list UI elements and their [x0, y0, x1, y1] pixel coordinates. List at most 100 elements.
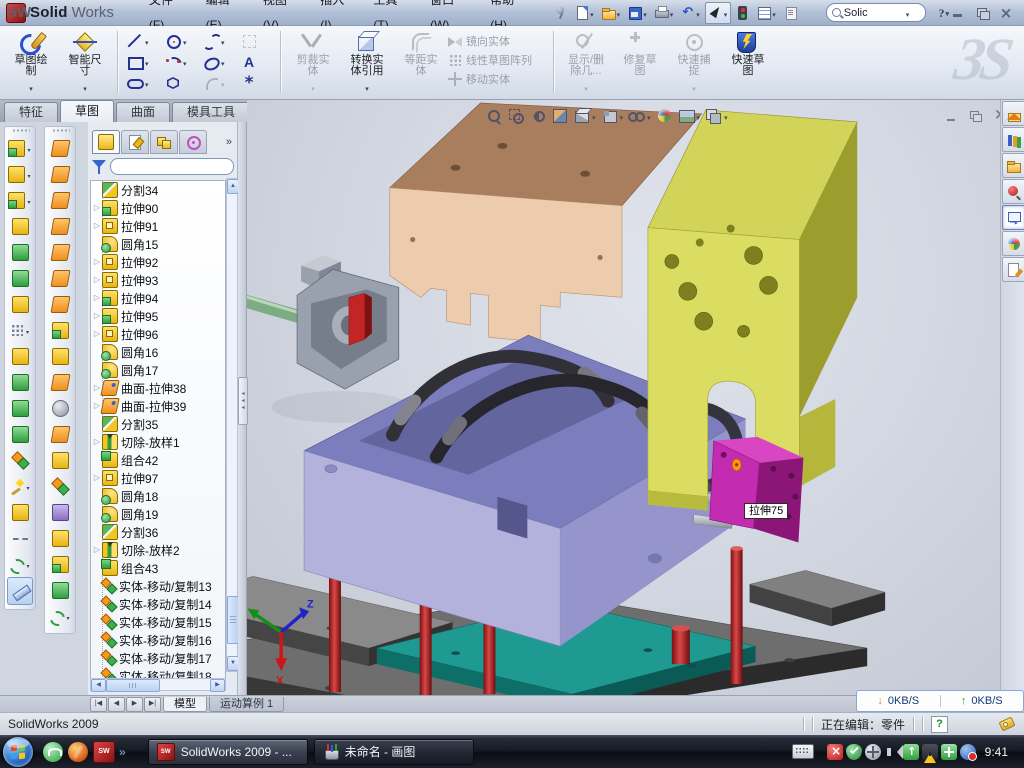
task-pane-solidworks-resources[interactable] [1002, 101, 1024, 126]
fillet-button[interactable] [5, 187, 35, 213]
task-pane-view-palette[interactable] [1002, 205, 1024, 230]
doc-close-button[interactable] [992, 110, 1000, 123]
rib-button[interactable] [5, 213, 35, 239]
insert-part-button[interactable] [5, 291, 35, 317]
dropdown-icon[interactable] [669, 4, 675, 22]
tree-item[interactable]: 圆角19 [91, 505, 225, 523]
system-warning-tray-icon[interactable] [922, 744, 938, 760]
tree-item[interactable]: 拉伸97 [91, 469, 225, 487]
dropdown-icon[interactable] [25, 321, 30, 339]
dropdown-icon[interactable] [182, 53, 188, 71]
tree-item[interactable]: 圆角18 [91, 487, 225, 505]
dropdown-icon[interactable] [691, 78, 697, 96]
expand-arrow-icon[interactable] [92, 271, 102, 289]
revolved-surface-button[interactable] [45, 161, 75, 187]
untrim-surface-button[interactable] [45, 447, 75, 473]
tree-item[interactable]: 拉伸95 [91, 307, 225, 325]
panel-more-button[interactable]: » [226, 136, 234, 148]
dropdown-icon[interactable] [616, 4, 622, 22]
trimmed-surface-button[interactable] [45, 187, 75, 213]
rapid-sketch-button[interactable]: 快速草图 [721, 29, 775, 96]
tree-item[interactable]: 拉伸92 [91, 253, 225, 271]
browser-quicklaunch-icon[interactable] [68, 742, 88, 762]
antivirus-tray-icon[interactable] [846, 744, 862, 760]
text-tool-button[interactable] [237, 54, 275, 70]
options-button[interactable] [754, 3, 779, 23]
expand-arrow-icon[interactable] [92, 433, 102, 451]
view-orientation-button[interactable] [573, 107, 597, 125]
search-input[interactable] [844, 7, 902, 19]
edit-appearance-button[interactable] [656, 107, 674, 125]
system-settings-tray-icon[interactable] [865, 744, 881, 760]
tree-item[interactable]: 分割35 [91, 415, 225, 433]
panel-tab-propertymanager[interactable] [121, 130, 149, 154]
slot-tool-button[interactable] [123, 74, 161, 92]
tree-item[interactable]: 拉伸96 [91, 325, 225, 343]
expand-arrow-icon[interactable] [92, 307, 102, 325]
dropdown-icon[interactable] [26, 191, 31, 209]
task-pane-appearances[interactable] [1002, 231, 1024, 256]
3d-model[interactable]: Y Z X [247, 100, 1000, 695]
boundary-surface-button[interactable] [45, 213, 75, 239]
input-method-icon[interactable] [792, 744, 814, 759]
new-file-button[interactable] [572, 3, 597, 23]
dropdown-icon[interactable] [144, 53, 150, 71]
sketch-button[interactable]: 草图绘制 [4, 29, 58, 96]
panel-tab-featuremanager-design-tree[interactable] [92, 130, 120, 154]
dropdown-icon[interactable] [723, 4, 729, 22]
instant3d-button[interactable] [5, 473, 35, 499]
scroll-right-button[interactable]: ▶ [210, 679, 225, 692]
part-locating-pin[interactable] [672, 628, 690, 664]
dome-button[interactable] [45, 577, 75, 603]
quick-launch-more[interactable]: » [119, 742, 126, 762]
offset-surface-button[interactable] [45, 265, 75, 291]
previous-view-button[interactable] [529, 107, 547, 125]
dropdown-icon[interactable] [182, 32, 188, 50]
spline-tool-button[interactable] [199, 32, 237, 50]
tree-item[interactable]: 分割36 [91, 523, 225, 541]
replace-face-button[interactable] [45, 421, 75, 447]
view-settings-button[interactable] [705, 107, 729, 125]
wrap-button[interactable] [5, 343, 35, 369]
dropdown-icon[interactable] [723, 107, 729, 125]
tree-item[interactable]: 实体-移动/复制17 [91, 649, 225, 667]
tree-item[interactable]: 实体-移动/复制14 [91, 595, 225, 613]
sketch-fillet-tool-button[interactable] [199, 74, 237, 92]
health-monitor-tray-icon[interactable] [941, 744, 957, 760]
knit-surface-button[interactable] [45, 473, 75, 499]
freeform-button[interactable] [45, 317, 75, 343]
open-file-button[interactable] [599, 3, 624, 23]
taskbar-button[interactable]: 未命名 - 画图 [314, 739, 474, 765]
part-guide-rail-right[interactable] [750, 570, 886, 626]
reference-axis-button[interactable] [5, 525, 35, 551]
restore-button[interactable] [974, 6, 990, 20]
move-copy-body-button[interactable] [5, 447, 35, 473]
tree-item[interactable]: 实体-移动/复制13 [91, 577, 225, 595]
tree-item[interactable]: 组合42 [91, 451, 225, 469]
reference-plane-button[interactable] [5, 499, 35, 525]
zoom-to-area-button[interactable] [507, 107, 525, 125]
usb-device-tray-icon[interactable] [903, 744, 919, 760]
messenger-status-tray-icon[interactable] [960, 744, 976, 760]
messenger-quicklaunch-icon[interactable] [43, 742, 63, 762]
doc-restore-button[interactable] [968, 110, 983, 123]
rectangle-tool-button[interactable] [123, 53, 161, 71]
tab-特征[interactable]: 特征 [4, 102, 58, 122]
dropdown-icon[interactable] [583, 78, 589, 96]
rebuild-button[interactable] [733, 5, 752, 21]
draft-button[interactable] [5, 265, 35, 291]
dropdown-icon[interactable] [25, 477, 30, 495]
polygon-tool-button[interactable] [161, 75, 199, 91]
arc-tool-button[interactable] [161, 53, 199, 71]
extended-surface-button[interactable] [45, 239, 75, 265]
start-button[interactable] [3, 737, 33, 767]
tree-filter-input[interactable] [110, 158, 234, 175]
tree-item[interactable]: 圆角15 [91, 235, 225, 253]
part-red-insert[interactable] [349, 293, 365, 345]
measure-button[interactable] [7, 577, 33, 605]
tree-item[interactable]: 切除-放样1 [91, 433, 225, 451]
ghost-square-tool-button[interactable] [237, 33, 275, 49]
volume-tray-icon[interactable] [884, 744, 900, 760]
dropdown-icon[interactable] [364, 78, 370, 96]
line-tool-button[interactable] [123, 32, 161, 50]
